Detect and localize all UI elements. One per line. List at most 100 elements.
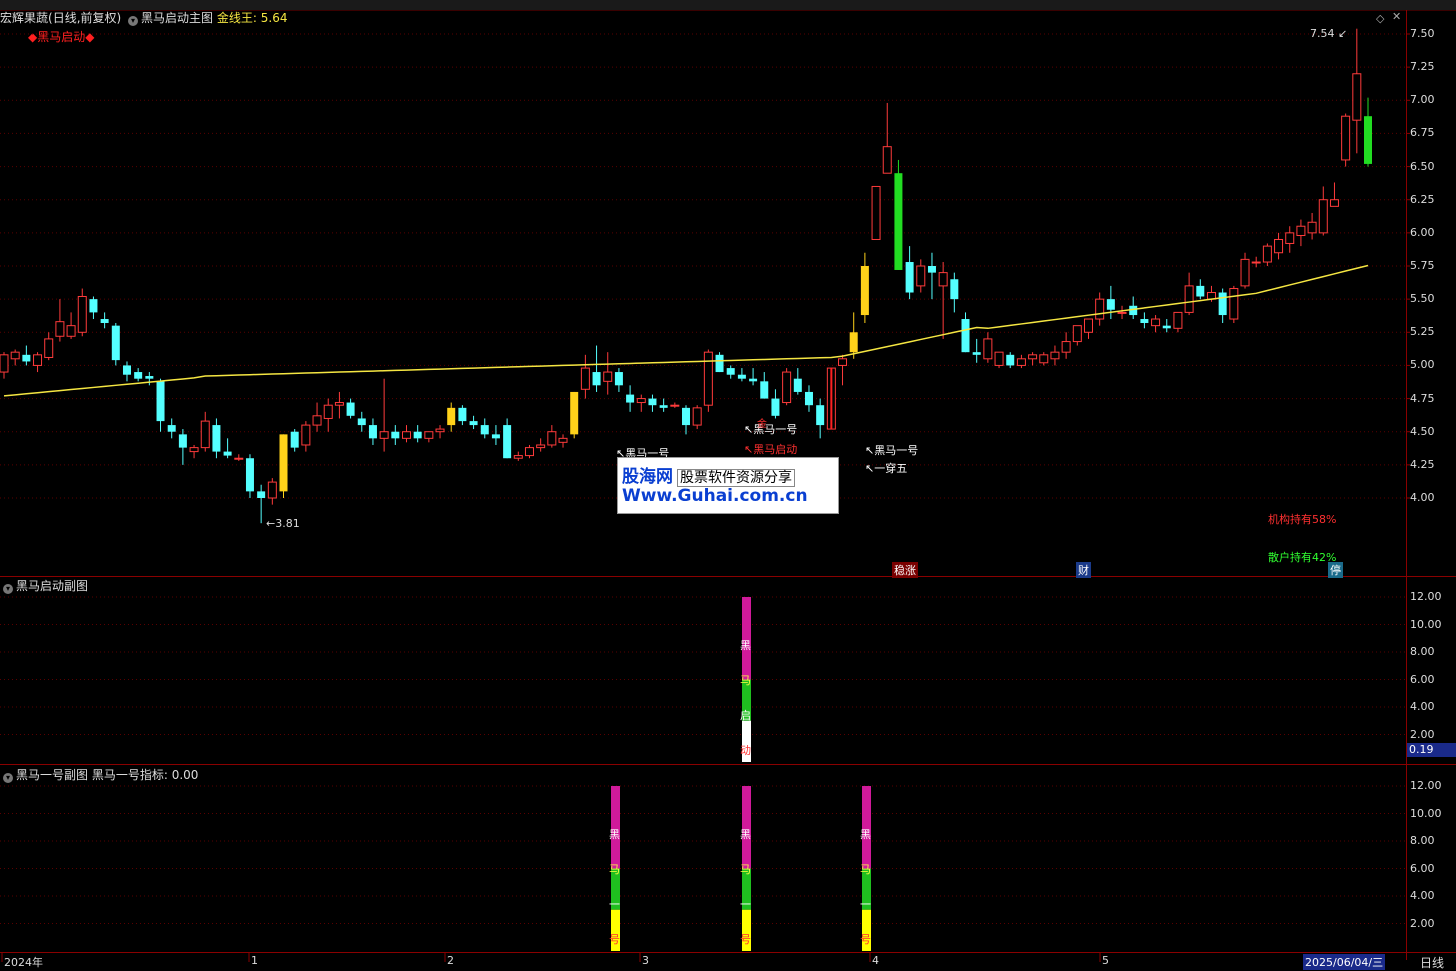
candle-body — [212, 425, 221, 452]
price-tick-label: 6.50 — [1410, 159, 1435, 173]
candle-body — [413, 431, 422, 439]
candle-body — [524, 447, 534, 457]
candle-body — [1262, 245, 1272, 263]
candle-body — [391, 431, 400, 439]
candle-body — [44, 338, 54, 358]
candle-body — [1173, 311, 1183, 329]
candle-body — [178, 434, 187, 448]
sub1-bar-label: 动 — [740, 744, 751, 757]
candle-body — [871, 185, 881, 240]
sub2-bar-label: 一 — [740, 898, 751, 911]
candle-body — [33, 354, 43, 366]
event-badge-cai[interactable]: 财 — [1076, 562, 1091, 578]
high-mark-value: 7.54 — [1310, 27, 1335, 40]
candle-body — [994, 351, 1004, 366]
candle-body — [447, 407, 456, 426]
candle-body — [1151, 318, 1161, 327]
candle-body — [312, 415, 322, 426]
candle-body — [1028, 354, 1038, 360]
candle-body — [346, 402, 355, 416]
date-tick-label: 3 — [642, 954, 649, 967]
sub2-bar-label: 号 — [860, 933, 871, 946]
watermark-url: Www.Guhai.com.cn — [622, 486, 808, 506]
candle-body — [267, 481, 277, 499]
candle-body — [1341, 115, 1351, 161]
candle-body — [245, 458, 254, 492]
price-tick-label: 4.50 — [1410, 424, 1435, 438]
candle-body — [357, 418, 366, 426]
event-badge-wenzhang[interactable]: 稳涨 — [892, 562, 918, 578]
candle-body — [1184, 285, 1194, 313]
annotation-jin: 金 — [757, 419, 767, 430]
candle-body — [860, 266, 869, 316]
candle-body — [1106, 299, 1115, 310]
sub2-bar-label: 马 — [860, 863, 871, 876]
candle-body — [1006, 354, 1015, 366]
sub2-toggle-icon[interactable]: ▾ — [3, 773, 13, 783]
candle-body — [234, 457, 244, 460]
candle-body — [882, 146, 892, 174]
candle-body — [379, 431, 389, 439]
sub-tick-label: 10.00 — [1410, 806, 1442, 820]
candle-body — [692, 407, 702, 426]
candle-body — [1274, 238, 1284, 254]
candle-body — [938, 272, 948, 287]
price-tick-label: 5.75 — [1410, 259, 1435, 272]
sub-tick-label: 6.00 — [1410, 672, 1435, 686]
candle-body — [1285, 232, 1295, 244]
candle-body — [145, 376, 154, 379]
sub-tick-label: 4.00 — [1410, 889, 1435, 902]
candle-body — [401, 431, 411, 439]
date-badge: 2025/06/04/三 — [1303, 954, 1386, 970]
candle-body — [1162, 325, 1171, 329]
candle-body — [1352, 73, 1362, 121]
sub2-bar-label: 马 — [740, 863, 751, 876]
candle-body — [838, 358, 848, 366]
candle-body — [189, 447, 199, 453]
candle-body — [1039, 354, 1049, 364]
candle-body — [156, 381, 165, 422]
institution-hold: 机构持有58% — [1268, 513, 1337, 526]
candle-body — [89, 299, 98, 313]
price-tick-label: 5.00 — [1410, 358, 1435, 372]
price-tick-label: 7.00 — [1410, 93, 1435, 107]
sub2-value: 0.00 — [171, 768, 199, 782]
candle-body — [580, 367, 590, 390]
high-mark: 7.54 ↙ — [1310, 27, 1348, 40]
event-badge-ting[interactable]: 停 — [1328, 562, 1343, 578]
candle-body — [503, 425, 512, 459]
candle-body — [782, 371, 792, 404]
candle-body — [570, 391, 579, 435]
candle-body — [793, 378, 802, 392]
candle-body — [334, 402, 344, 406]
date-tick-label: 2 — [447, 954, 454, 967]
sub-tick-label: 12.00 — [1410, 590, 1442, 603]
candle-body — [1083, 318, 1093, 333]
candle-body — [77, 295, 87, 333]
sub1-bar-label: 黑 — [740, 639, 751, 652]
candle-body — [1016, 358, 1026, 366]
candle-body — [1307, 221, 1317, 234]
sub2-bar-label: 号 — [609, 933, 620, 946]
candle-body — [435, 428, 445, 433]
candle-body — [626, 394, 635, 403]
period-label-bottom[interactable]: 日线 — [1420, 954, 1444, 971]
candle-body — [0, 354, 9, 373]
candle-body — [491, 434, 500, 439]
candle-body — [424, 431, 434, 439]
sub-tick-label: 2.00 — [1410, 916, 1435, 930]
sub1-toggle-icon[interactable]: ▾ — [3, 584, 13, 594]
date-tick-label: 2024年 — [4, 956, 43, 969]
candle-body — [760, 381, 769, 399]
candle-body — [636, 398, 646, 404]
candle-body — [290, 431, 299, 448]
price-tick-label: 6.00 — [1410, 225, 1435, 239]
candle-body — [603, 371, 613, 382]
sub2-bar-label: 黑 — [740, 828, 751, 841]
candle-body — [22, 354, 31, 362]
sub2-name[interactable]: 黑马一号副图 — [16, 768, 88, 782]
candle-body — [715, 354, 724, 373]
price-tick-label: 6.25 — [1410, 192, 1435, 206]
sub1-name[interactable]: 黑马启动副图 — [16, 579, 88, 593]
candle-body — [659, 405, 668, 408]
